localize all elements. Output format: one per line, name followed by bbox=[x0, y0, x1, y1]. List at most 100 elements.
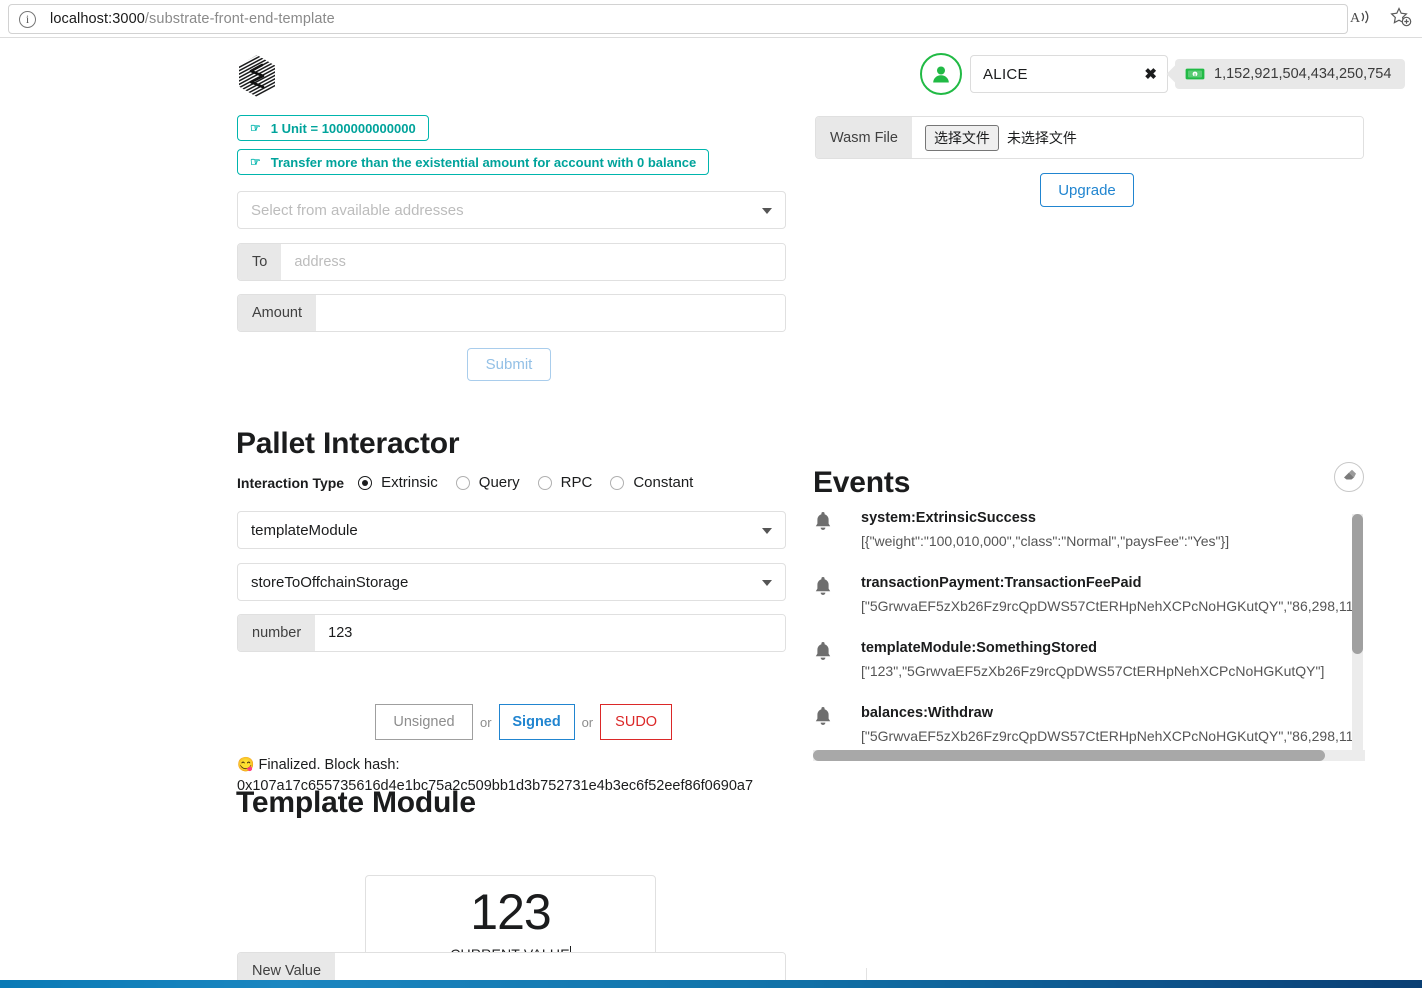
pointer-right-icon: ☞ bbox=[250, 155, 261, 169]
eraser-icon bbox=[1342, 467, 1357, 487]
pallet-interactor-title: Pallet Interactor bbox=[236, 427, 460, 460]
sudo-button[interactable]: SUDO bbox=[600, 704, 673, 740]
account-input[interactable]: ALICE ✖ bbox=[970, 55, 1168, 93]
events-horizontal-scrollbar[interactable] bbox=[813, 750, 1365, 761]
submit-label: Submit bbox=[485, 356, 533, 373]
browser-toolbar-icons: A bbox=[1350, 6, 1412, 28]
wasm-file-field[interactable]: Wasm File 选择文件 未选择文件 bbox=[815, 116, 1364, 159]
unsigned-label: Unsigned bbox=[393, 714, 455, 730]
address-select[interactable]: Select from available addresses bbox=[237, 191, 786, 229]
to-field[interactable]: To address bbox=[237, 243, 786, 281]
number-param-field[interactable]: number 123 bbox=[237, 614, 786, 652]
template-module-title: Template Module bbox=[236, 786, 476, 819]
radio-rpc-label: RPC bbox=[560, 474, 593, 491]
bell-icon bbox=[813, 638, 843, 667]
callable-select[interactable]: storeToOffchainStorage bbox=[237, 563, 786, 601]
number-param-input[interactable]: 123 bbox=[315, 615, 785, 651]
upgrade-label: Upgrade bbox=[1058, 181, 1116, 199]
signed-label: Signed bbox=[512, 714, 561, 730]
event-text: system:ExtrinsicSuccess [{"weight":"100,… bbox=[861, 508, 1229, 551]
address-select-value: Select from available addresses bbox=[251, 201, 464, 219]
event-text: templateModule:SomethingStored ["123","5… bbox=[861, 638, 1324, 681]
signing-button-group: Unsigned or Signed or SUDO bbox=[375, 704, 673, 740]
radio-constant-label: Constant bbox=[633, 474, 694, 491]
upgrade-button[interactable]: Upgrade bbox=[1040, 173, 1134, 207]
current-value: 123 bbox=[470, 884, 551, 940]
url-text: localhost:3000/substrate-front-end-templ… bbox=[50, 11, 335, 27]
event-name: balances:Withdraw bbox=[861, 705, 994, 721]
event-name: system:ExtrinsicSuccess bbox=[861, 510, 1036, 526]
event-item: system:ExtrinsicSuccess [{"weight":"100,… bbox=[813, 508, 1359, 551]
radio-extrinsic-label: Extrinsic bbox=[381, 474, 438, 491]
radio-rpc[interactable]: RPC bbox=[537, 474, 593, 491]
events-list[interactable]: system:ExtrinsicSuccess [{"weight":"100,… bbox=[813, 508, 1365, 760]
chevron-down-icon bbox=[762, 580, 772, 586]
wasm-file-label: Wasm File bbox=[816, 117, 912, 158]
unit-hint-text: 1 Unit = 1000000000000 bbox=[270, 120, 416, 136]
module-select-value: templateModule bbox=[251, 521, 358, 539]
amount-label: Amount bbox=[238, 295, 316, 331]
radio-constant[interactable]: Constant bbox=[610, 474, 693, 491]
url-host: localhost:3000 bbox=[50, 11, 145, 27]
events-vertical-scrollbar[interactable] bbox=[1352, 514, 1363, 752]
account-selector: ALICE ✖ 0 1,152,921,504,434,250,754 bbox=[920, 53, 1406, 95]
radio-rpc-icon[interactable] bbox=[537, 475, 552, 490]
event-args: [{"weight":"100,010,000","class":"Normal… bbox=[861, 533, 1230, 549]
choose-file-button[interactable]: 选择文件 bbox=[924, 124, 999, 151]
chevron-down-icon bbox=[762, 528, 772, 534]
event-item: balances:Withdraw ["5GrwvaEF5zXb26Fz9rcQ… bbox=[813, 703, 1359, 746]
event-item: templateModule:SomethingStored ["123","5… bbox=[813, 638, 1359, 681]
interaction-type-label: Interaction Type bbox=[237, 474, 345, 491]
radio-query[interactable]: Query bbox=[455, 474, 520, 491]
substrate-logo-icon bbox=[237, 54, 277, 98]
callable-select-value: storeToOffchainStorage bbox=[251, 573, 409, 591]
or-label-1: or bbox=[480, 714, 492, 730]
number-param-label: number bbox=[238, 615, 316, 651]
radio-constant-icon[interactable] bbox=[610, 475, 625, 490]
clear-events-button[interactable] bbox=[1334, 462, 1364, 492]
user-avatar-icon bbox=[920, 53, 962, 95]
url-path: /substrate-front-end-template bbox=[144, 11, 335, 27]
page-content: ALICE ✖ 0 1,152,921,504,434,250,754 ☞ 1 … bbox=[0, 38, 1422, 988]
radio-extrinsic[interactable]: Extrinsic bbox=[358, 474, 438, 491]
bell-icon bbox=[813, 508, 843, 537]
svg-text:A: A bbox=[1350, 11, 1361, 26]
pointer-right-icon: ☞ bbox=[250, 121, 261, 135]
to-input[interactable]: address bbox=[281, 244, 785, 280]
event-args: ["5GrwvaEF5zXb26Fz9rcQpDWS57CtERHpNehXCP… bbox=[861, 728, 1354, 744]
bell-icon bbox=[813, 573, 843, 602]
unit-hint-pill: ☞ 1 Unit = 1000000000000 bbox=[237, 115, 429, 141]
bottom-accent-bar bbox=[0, 980, 1422, 988]
submit-button[interactable]: Submit bbox=[467, 348, 551, 381]
radio-extrinsic-icon[interactable] bbox=[358, 475, 373, 490]
wasm-file-input[interactable]: 选择文件 未选择文件 bbox=[911, 117, 1363, 158]
status-text: Finalized. Block hash: bbox=[258, 757, 400, 773]
address-bar[interactable]: i localhost:3000/substrate-front-end-tem… bbox=[8, 4, 1348, 34]
module-select[interactable]: templateModule bbox=[237, 511, 786, 549]
events-horizontal-scrollbar-thumb[interactable] bbox=[813, 750, 1325, 761]
to-label: To bbox=[238, 244, 282, 280]
events-title: Events bbox=[813, 466, 911, 499]
existential-hint-pill: ☞ Transfer more than the existential amo… bbox=[237, 149, 710, 175]
add-to-favorites-icon[interactable] bbox=[1390, 6, 1412, 28]
event-args: ["5GrwvaEF5zXb26Fz9rcQpDWS57CtERHpNehXCP… bbox=[861, 598, 1354, 614]
browser-toolbar: i localhost:3000/substrate-front-end-tem… bbox=[0, 0, 1422, 38]
site-info-icon[interactable]: i bbox=[19, 10, 36, 28]
close-icon[interactable]: ✖ bbox=[1144, 65, 1157, 83]
bell-icon bbox=[813, 703, 843, 732]
event-name: templateModule:SomethingStored bbox=[861, 640, 1098, 656]
amount-field[interactable]: Amount bbox=[237, 294, 786, 332]
radio-query-label: Query bbox=[478, 474, 520, 491]
radio-query-icon[interactable] bbox=[455, 475, 470, 490]
balance-badge: 0 1,152,921,504,434,250,754 bbox=[1175, 59, 1406, 89]
smiley-icon: 😋 bbox=[237, 756, 255, 772]
banknote-icon: 0 bbox=[1185, 68, 1205, 80]
divider bbox=[866, 968, 867, 980]
events-vertical-scrollbar-thumb[interactable] bbox=[1352, 514, 1363, 654]
read-aloud-icon[interactable]: A bbox=[1350, 7, 1372, 27]
unsigned-button[interactable]: Unsigned bbox=[375, 704, 473, 740]
event-item: transactionPayment:TransactionFeePaid ["… bbox=[813, 573, 1359, 616]
or-label-2: or bbox=[581, 714, 594, 730]
amount-input[interactable] bbox=[315, 295, 785, 331]
signed-button[interactable]: Signed bbox=[498, 704, 575, 740]
